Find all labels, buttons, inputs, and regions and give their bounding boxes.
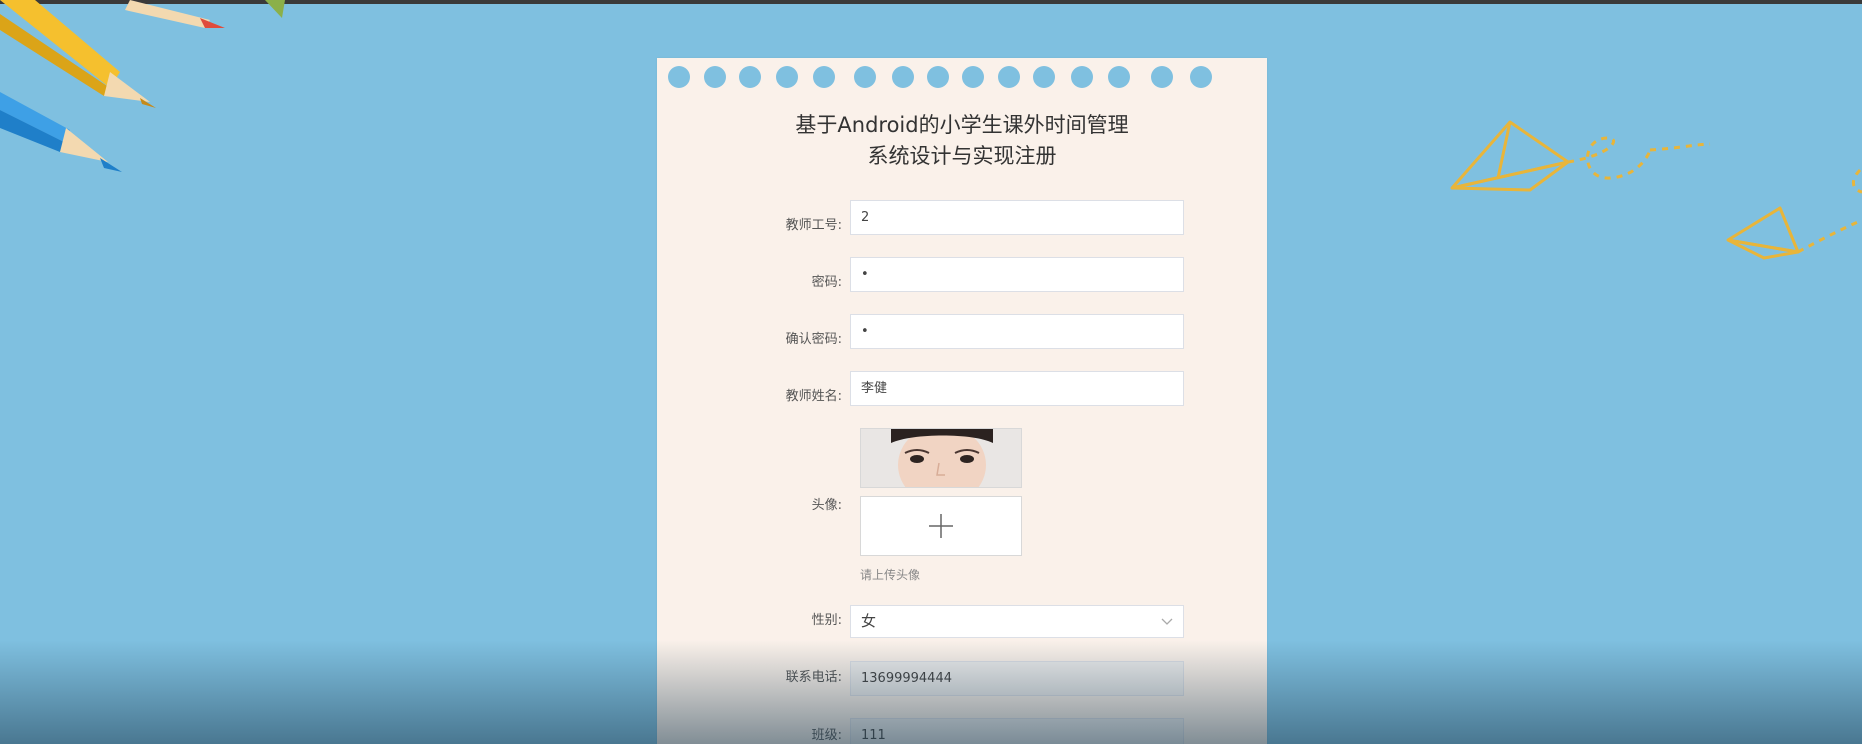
notebook-hole xyxy=(892,66,914,88)
notebook-hole xyxy=(704,66,726,88)
yellow-pencil-icon xyxy=(0,0,156,108)
avatar-preview xyxy=(860,428,1022,488)
plus-icon xyxy=(929,514,953,538)
confirm-password-input[interactable]: • xyxy=(850,314,1184,349)
notebook-hole xyxy=(998,66,1020,88)
notebook-hole xyxy=(927,66,949,88)
notebook-hole xyxy=(1108,66,1130,88)
notebook-hole xyxy=(854,66,876,88)
phone-label: 联系电话: xyxy=(785,670,842,685)
teacher-name-input[interactable]: 李健 xyxy=(850,371,1184,406)
gender-label: 性别: xyxy=(811,613,842,628)
red-pencil-icon xyxy=(125,0,225,28)
avatar-upload-button[interactable] xyxy=(860,496,1022,556)
notebook-hole xyxy=(739,66,761,88)
password-input[interactable]: • xyxy=(850,257,1184,292)
gender-select-value: 女 xyxy=(861,612,877,630)
notebook-hole xyxy=(813,66,835,88)
phone-input[interactable]: 13699994444 xyxy=(850,661,1184,696)
class-label: 班级: xyxy=(811,728,842,743)
confirm-password-label: 确认密码: xyxy=(785,332,842,347)
title-line-1: 基于Android的小学生课外时间管理 xyxy=(795,113,1129,137)
teacher-id-input[interactable]: 2 xyxy=(850,200,1184,235)
notebook-hole xyxy=(962,66,984,88)
pencils-illustration xyxy=(0,0,285,172)
notebook-hole xyxy=(776,66,798,88)
paper-plane-large-icon xyxy=(1450,120,1570,190)
teacher-name-label: 教师姓名: xyxy=(785,389,842,404)
avatar-photo xyxy=(861,429,1021,487)
notebook-hole xyxy=(1033,66,1055,88)
chevron-down-icon xyxy=(1161,606,1173,648)
upload-hint: 请上传头像 xyxy=(860,568,921,582)
notebook-hole xyxy=(1151,66,1173,88)
title-line-2: 系统设计与实现注册 xyxy=(867,144,1057,168)
class-input[interactable]: 111 xyxy=(850,718,1184,744)
green-pencil-tip-icon xyxy=(265,0,285,18)
paper-airplane-illustration xyxy=(1450,120,1862,260)
teacher-id-label: 教师工号: xyxy=(785,218,842,233)
blue-pencil-icon xyxy=(0,92,122,172)
avatar-label: 头像: xyxy=(811,498,842,513)
password-label: 密码: xyxy=(811,275,842,290)
notebook-hole xyxy=(1190,66,1212,88)
gender-select[interactable]: 女 xyxy=(850,605,1184,638)
notebook-hole xyxy=(668,66,690,88)
register-card: 基于Android的小学生课外时间管理 系统设计与实现注册 教师工号: 2 密码… xyxy=(657,58,1267,744)
notebook-hole xyxy=(1071,66,1093,88)
notebook-holes xyxy=(657,66,1267,90)
page-title: 基于Android的小学生课外时间管理 系统设计与实现注册 xyxy=(657,110,1267,172)
